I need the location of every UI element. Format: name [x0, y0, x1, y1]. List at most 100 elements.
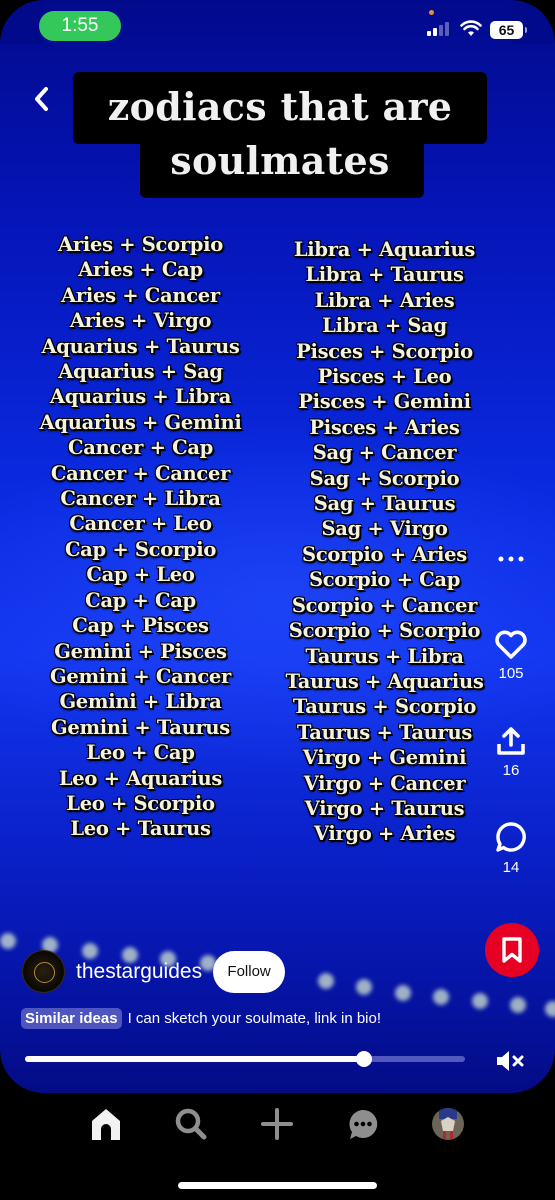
bokeh-light — [545, 1001, 555, 1017]
similar-ideas-chip[interactable]: Similar ideas — [21, 1008, 122, 1029]
zodiac-pair: Virgo + Taurus — [304, 796, 465, 820]
bookmark-icon — [502, 937, 522, 963]
zodiac-pair: Sag + Scorpio — [309, 466, 460, 490]
zodiac-pair: Aries + Cap — [78, 258, 203, 282]
zodiac-pair: Libra + Sag — [322, 314, 447, 338]
zodiac-pair: Aquarius + Sag — [58, 360, 223, 384]
more-horizontal-icon — [498, 556, 524, 562]
cellular-signal-icon — [427, 22, 449, 36]
zodiac-pair: Scorpio + Aries — [302, 542, 467, 566]
zodiac-pair: Gemini + Pisces — [54, 639, 227, 663]
creator-username[interactable]: thestarguides — [76, 960, 202, 984]
screen-corner — [0, 0, 44, 44]
zodiac-pair: Cap + Cap — [85, 588, 196, 612]
zodiac-pair: Cap + Leo — [86, 563, 195, 587]
mute-icon[interactable] — [495, 1048, 527, 1074]
tab-messages[interactable] — [343, 1104, 383, 1144]
zodiac-pair: Leo + Aquarius — [58, 766, 223, 790]
share-icon — [497, 727, 525, 755]
zodiac-pair: Pisces + Leo — [317, 365, 452, 389]
pin-video-view[interactable]: 1:55 65 zodiacs that are soulmates Aries… — [0, 0, 555, 1093]
zodiac-pair: Cap + Pisces — [72, 614, 209, 638]
bottom-tab-bar — [0, 1100, 555, 1152]
pairs-left-column: Aries + Scorpio Aries + Cap Aries + Cancer… — [28, 232, 253, 842]
heart-icon — [495, 630, 527, 659]
zodiac-pair: Gemini + Taurus — [51, 715, 230, 739]
tab-create[interactable] — [257, 1104, 297, 1144]
pin-title: zodiacs that are soulmates — [107, 84, 453, 183]
creator-avatar[interactable] — [22, 950, 65, 993]
save-button[interactable] — [485, 923, 539, 977]
share-button[interactable]: 16 — [486, 725, 536, 779]
zodiac-pair: Cancer + Leo — [69, 512, 212, 536]
home-indicator[interactable] — [178, 1182, 377, 1189]
like-count: 105 — [498, 665, 524, 682]
status-time: 1:55 — [39, 11, 121, 41]
zodiac-pair: Taurus + Scorpio — [292, 695, 477, 719]
comment-icon — [496, 822, 526, 852]
tab-profile[interactable] — [428, 1104, 468, 1144]
camera-indicator-icon — [429, 10, 434, 15]
zodiac-pair: Cancer + Cap — [68, 436, 213, 460]
like-button[interactable]: 105 — [486, 630, 536, 682]
zodiac-pair: Pisces + Scorpio — [296, 339, 473, 363]
comment-button[interactable]: 14 — [486, 820, 536, 876]
zodiac-pair: Sag + Cancer — [312, 441, 457, 465]
zodiac-pair: Taurus + Aquarius — [285, 669, 484, 693]
zodiac-pair: Pisces + Aries — [309, 415, 460, 439]
zodiac-pair: Cap + Scorpio — [64, 537, 217, 561]
zodiac-pair: Virgo + Aries — [313, 822, 456, 846]
caption-text: I can sketch your soulmate, link in bio! — [127, 1010, 382, 1027]
zodiac-pair: Cancer + Cancer — [50, 461, 231, 485]
zodiac-pair: Libra + Aries — [314, 288, 455, 312]
zodiac-pair: Aquarius + Gemini — [39, 410, 242, 434]
zodiac-pair: Scorpio + Cap — [308, 568, 461, 592]
zodiac-pair: Aquarius + Taurus — [41, 334, 240, 358]
search-icon — [175, 1108, 207, 1140]
zodiac-pair: Virgo + Gemini — [302, 746, 467, 770]
zodiac-pair: Aquarius + Libra — [49, 385, 232, 409]
zodiac-pair: Taurus + Libra — [305, 644, 464, 668]
tab-home[interactable] — [86, 1104, 126, 1144]
zodiac-pair: Pisces + Gemini — [298, 390, 471, 414]
bokeh-light — [0, 933, 16, 949]
zodiac-pair: Aries + Scorpio — [58, 233, 223, 256]
tab-search[interactable] — [171, 1104, 211, 1144]
zodiac-pair: Sag + Virgo — [321, 517, 448, 541]
bokeh-light — [318, 973, 334, 989]
zodiac-pair: Gemini + Libra — [59, 690, 222, 714]
bokeh-light — [395, 985, 411, 1001]
comment-count: 14 — [502, 859, 520, 876]
zodiac-pair: Gemini + Cancer — [50, 664, 231, 688]
battery-icon: 65 — [490, 21, 527, 39]
zodiac-pair: Taurus + Taurus — [296, 720, 473, 744]
chat-bubble-icon — [349, 1109, 378, 1139]
zodiac-pair: Scorpio + Cancer — [291, 593, 478, 617]
bokeh-light — [510, 997, 526, 1013]
zodiac-pair: Aries + Virgo — [69, 309, 212, 333]
video-progress-bar[interactable] — [25, 1051, 465, 1067]
bokeh-light — [433, 989, 449, 1005]
zodiac-pair: Sag + Taurus — [313, 492, 456, 516]
bokeh-light — [356, 979, 372, 995]
zodiac-pair: Scorpio + Scorpio — [288, 619, 481, 643]
wifi-icon — [460, 20, 482, 36]
more-button[interactable] — [486, 555, 536, 563]
pairs-right-column: Libra + Aquarius Libra + Taurus Libra + Ar… — [272, 237, 497, 847]
zodiac-pair: Cancer + Libra — [60, 487, 221, 511]
caption-row: Similar ideas I can sketch your soulmate… — [21, 1008, 381, 1029]
bokeh-light — [472, 993, 488, 1009]
zodiac-pair: Virgo + Cancer — [303, 771, 466, 795]
profile-avatar-icon — [432, 1108, 464, 1140]
zodiac-pair: Leo + Cap — [86, 741, 195, 765]
creator-row: thestarguides Follow — [22, 950, 286, 993]
follow-button[interactable]: Follow — [213, 950, 286, 993]
share-count: 16 — [502, 762, 520, 779]
home-icon — [92, 1109, 120, 1140]
chevron-left-icon[interactable] — [30, 84, 54, 114]
video-scrubber-handle[interactable] — [355, 1051, 372, 1067]
plus-icon — [261, 1108, 293, 1140]
zodiac-pair: Leo + Scorpio — [66, 791, 215, 815]
zodiac-pair: Aries + Cancer — [61, 283, 220, 307]
video-progress-fill — [25, 1056, 364, 1062]
